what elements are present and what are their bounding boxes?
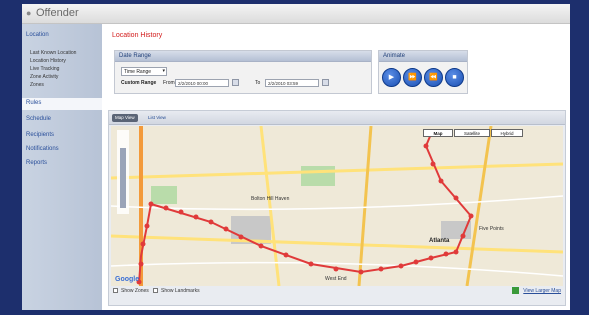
calendar-icon[interactable]	[322, 79, 329, 86]
to-date-value: 2/2/2010 03:59	[268, 81, 299, 86]
tab-map-view[interactable]: Map View	[112, 114, 138, 122]
map-type-hybrid-button[interactable]: Hybrid	[491, 129, 523, 137]
rewind-icon: ⏪	[429, 74, 438, 81]
sidebar-item-reports[interactable]: Reports	[26, 160, 47, 166]
sidebar-subitem-last-known-location[interactable]: Last Known Location	[30, 50, 76, 56]
show-landmarks-checkbox[interactable]	[153, 288, 158, 293]
animate-panel: Animate ▶ ⏩ ⏪ ■	[378, 50, 468, 94]
show-zones-label: Show Zones	[121, 288, 149, 294]
app-title: Offender	[36, 7, 79, 19]
stop-icon: ■	[452, 74, 457, 81]
sidebar-item-schedule[interactable]: Schedule	[26, 116, 51, 122]
sidebar-section-location[interactable]: Location	[26, 32, 49, 38]
from-label: From	[163, 80, 175, 86]
sidebar-item-label: Rules	[26, 100, 42, 106]
date-range-panel: Date Range Time Range ▾ Custom Range Fro…	[114, 50, 372, 94]
fast-forward-button[interactable]: ⏩	[403, 68, 422, 87]
animate-header: Animate	[379, 51, 467, 62]
page-title: Location History	[112, 32, 163, 39]
animate-title: Animate	[383, 53, 406, 59]
stop-button[interactable]: ■	[445, 68, 464, 87]
sidebar-subitem-live-tracking[interactable]: Live Tracking	[30, 66, 59, 72]
chevron-down-icon: ▾	[162, 68, 165, 74]
map-graphic	[111, 126, 563, 286]
map-type-map-button[interactable]: Map	[423, 129, 453, 137]
to-date-field[interactable]: 2/2/2010 03:59	[265, 79, 319, 87]
sidebar-item-notifications[interactable]: Notifications	[26, 146, 59, 152]
map-type-satellite-button[interactable]: Satellite	[454, 129, 490, 137]
time-range-value: Time Range	[124, 69, 152, 75]
view-larger-map-link[interactable]: View Larger Map	[523, 288, 561, 294]
outer-frame: ● Offender Location Last Known Location …	[0, 0, 589, 315]
play-icon: ▶	[388, 74, 395, 81]
map-panel: Map View List View Bolton Hill Haven Atl…	[108, 110, 566, 306]
map-canvas[interactable]: Bolton Hill Haven Atlanta Five Points We…	[111, 126, 563, 286]
play-button[interactable]: ▶	[382, 68, 401, 87]
date-range-title: Date Range	[119, 53, 152, 59]
rewind-button[interactable]: ⏪	[424, 68, 443, 87]
date-range-header: Date Range	[115, 51, 371, 62]
map-label-area: West End	[325, 276, 347, 282]
show-landmarks-label: Show Landmarks	[161, 288, 200, 294]
custom-range-label: Custom Range	[121, 80, 157, 86]
tab-list-view[interactable]: List View	[145, 114, 169, 122]
from-date-value: 2/2/2010 00:00	[178, 81, 209, 86]
map-label-five-points: Five Points	[479, 226, 504, 232]
map-label-atlanta: Atlanta	[429, 238, 450, 244]
show-zones-checkbox[interactable]	[113, 288, 118, 293]
sidebar-subitem-zones[interactable]: Zones	[30, 82, 44, 88]
map-label-city: Bolton Hill Haven	[251, 196, 290, 202]
main-content: Location History Date Range Time Range ▾…	[104, 24, 570, 310]
calendar-icon[interactable]	[232, 79, 239, 86]
sidebar-item-rules[interactable]: Rules	[22, 98, 102, 110]
google-logo: Google	[115, 276, 140, 283]
sidebar: Location Last Known Location Location Hi…	[22, 24, 102, 310]
map-toolbar: Map View List View	[109, 111, 565, 125]
sidebar-item-recipients[interactable]: Recipients	[26, 132, 54, 138]
to-label: To	[255, 80, 261, 86]
sidebar-subitem-location-history[interactable]: Location History	[30, 58, 66, 64]
sidebar-subitem-zone-activity[interactable]: Zone Activity	[30, 74, 58, 80]
title-bar: ● Offender	[22, 4, 570, 24]
app-window: ● Offender Location Last Known Location …	[22, 4, 570, 310]
from-date-field[interactable]: 2/2/2010 00:00	[175, 79, 229, 87]
time-range-select[interactable]: Time Range ▾	[121, 67, 167, 76]
map-icon	[512, 287, 519, 294]
fast-forward-icon: ⏩	[408, 74, 417, 81]
user-icon: ●	[26, 8, 32, 18]
